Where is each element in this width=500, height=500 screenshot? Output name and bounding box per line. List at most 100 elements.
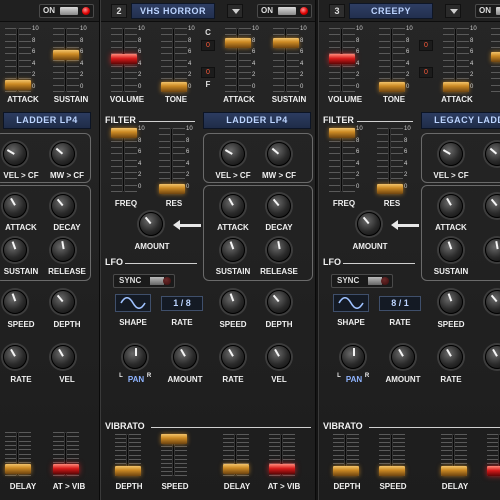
amount-knob[interactable] [173,345,197,369]
release-knob[interactable] [51,238,75,262]
vibrato-depth-fader[interactable] [113,434,143,476]
lfo-speed-knob[interactable] [221,290,245,314]
vel-knob[interactable] [485,345,500,369]
lfo-depth-knob[interactable] [51,290,75,314]
vibrato-speed-fader[interactable] [377,434,407,476]
res-fader[interactable]: 10 8 6 4 2 0 [157,126,193,194]
fader-scale-number: 4 [138,161,142,167]
vel-knob[interactable] [51,345,75,369]
filter-type-select[interactable]: LEGACY LADDER [421,112,500,129]
fader-scale-number: 2 [406,72,410,78]
depth-fader-label: DEPTH [115,482,143,491]
vibrato-speed-fader[interactable] [159,434,189,476]
shape-label: SHAPE [337,318,365,327]
decay-knob-label: DECAY [53,223,81,232]
filter-env-amount-knob[interactable] [357,212,381,236]
freq-fader[interactable]: 10 8 6 4 2 0 [327,126,363,192]
tone-fader[interactable]: 10 8 6 4 2 0 [377,26,413,92]
freq-fader[interactable]: 10 8 6 4 2 0 [109,126,145,192]
attack-fader[interactable]: 10 8 6 4 2 0 [223,26,259,92]
layer-2-preset-menu-button[interactable] [227,4,243,18]
vel-knob[interactable] [267,345,291,369]
release-knob[interactable] [267,238,291,262]
fader-scale-number: 6 [80,49,84,55]
layer-3-preset-menu-button[interactable] [445,4,461,18]
mw-cf-knob[interactable] [51,142,75,166]
layer-3-number: 3 [329,4,345,18]
fader-scale-number: 4 [406,61,410,67]
layer-3-preset-name[interactable]: CREEPY [349,3,433,19]
fine-tune-value[interactable]: 0 [201,67,215,78]
at-vib-fader[interactable] [485,434,500,476]
lfo-speed-knob[interactable] [3,290,27,314]
layer-1-delay-fader[interactable] [3,432,33,476]
fine-tune-value[interactable]: 0 [419,67,433,78]
attack-fader[interactable]: 10 8 6 4 2 0 [441,26,477,92]
layer-2-preset-name[interactable]: VHS HORROR [131,3,215,19]
decay-knob[interactable] [267,194,291,218]
vibrato-delay-fader[interactable] [221,434,251,476]
sine-wave-icon [120,296,146,310]
rate-knob-label: RATE [222,375,244,384]
lfo-rate-value[interactable]: 1 / 8 [161,296,203,311]
attack-knob[interactable] [439,194,463,218]
on-switch [60,7,78,15]
lfo-shape-select[interactable] [333,294,369,312]
sustain-knob[interactable] [221,238,245,262]
coarse-tune-value[interactable]: 0 [201,40,215,51]
volume-fader[interactable]: 10 8 6 4 2 0 [327,26,363,92]
sustain-fader[interactable]: 1086420 [489,28,500,92]
layer-1-sustain-fader[interactable]: 10 8 6 4 2 0 [51,26,87,92]
fader-scale-number: 2 [138,72,142,78]
mw-cf-knob[interactable] [267,142,291,166]
delay-label: DELAY [9,482,37,491]
pan-knob[interactable] [341,345,365,369]
lfo-shape-select[interactable] [115,294,151,312]
pan-knob[interactable] [123,345,147,369]
lfo-depth-knob[interactable] [267,290,291,314]
tone-fader[interactable]: 10 8 6 4 2 0 [159,26,195,92]
layer-3-on-toggle[interactable]: ON [475,4,500,18]
layer-1-attack-fader[interactable]: 10 8 6 4 2 0 [3,26,39,92]
pan-label: PAN [127,375,145,384]
lfo-depth-knob[interactable] [485,290,500,314]
fader-scale-number: 2 [32,72,36,78]
fader-scale-number: 10 [186,126,193,132]
lfo-sync-toggle[interactable]: SYNC [331,274,393,288]
attack-knob[interactable] [3,194,27,218]
layer-1-at-vib-fader[interactable] [51,432,81,476]
amount-knob[interactable] [391,345,415,369]
lfo-speed-knob[interactable] [439,290,463,314]
fader-scale-number: 6 [470,49,474,55]
layer-1-filter-type-select[interactable]: LADDER LP4 [3,112,91,129]
filter-env-amount-knob[interactable] [139,212,163,236]
vel-cf-knob[interactable] [221,142,245,166]
on-led [82,7,90,15]
on-switch [278,7,296,15]
rate-knob[interactable] [439,345,463,369]
decay-knob[interactable] [51,194,75,218]
lfo-sync-toggle[interactable]: SYNC [113,274,175,288]
vel-cf-knob[interactable] [439,142,463,166]
vel-cf-knob[interactable] [3,142,27,166]
delay-label: DELAY [441,482,469,491]
at-vib-fader[interactable] [267,434,297,476]
sustain-knob[interactable] [3,238,27,262]
attack-knob[interactable] [221,194,245,218]
coarse-tune-value[interactable]: 0 [419,40,433,51]
layer-2-on-toggle[interactable]: ON [257,4,312,18]
filter-type-select[interactable]: LADDER LP4 [203,112,311,129]
res-fader[interactable]: 10 8 6 4 2 0 [375,126,411,194]
sync-led [381,277,389,285]
coarse-label: C [205,28,211,37]
fader-scale-number: 0 [80,84,84,90]
volume-fader[interactable]: 10 8 6 4 2 0 [109,26,145,92]
rate-knob[interactable] [221,345,245,369]
rate-knob[interactable] [3,345,27,369]
sustain-fader[interactable]: 1086420 [271,26,307,92]
sustain-knob[interactable] [439,238,463,262]
lfo-rate-value[interactable]: 8 / 1 [379,296,421,311]
vibrato-delay-fader[interactable] [439,434,469,476]
vibrato-depth-fader[interactable] [331,434,361,476]
layer-1-on-toggle[interactable]: ON [39,4,94,18]
